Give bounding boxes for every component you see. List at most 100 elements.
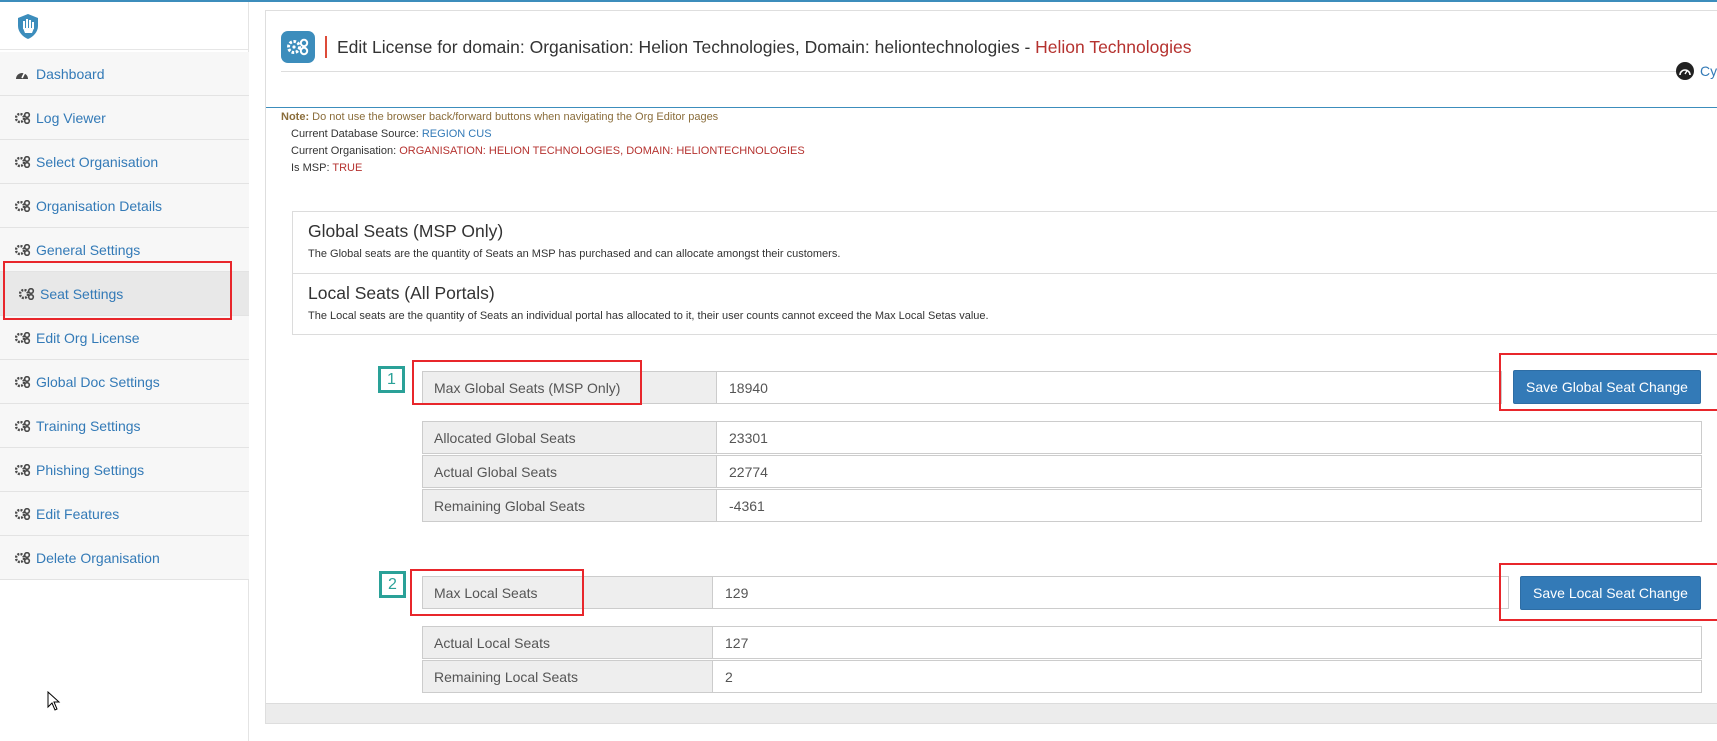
current-organisation-line: Current Organisation: ORGANISATION: HELI… (281, 143, 805, 160)
sidebar-item-label: Dashboard (36, 65, 105, 82)
sidebar-item-select-organisation[interactable]: Select Organisation (0, 140, 249, 184)
sidebar-item-label: Global Doc Settings (36, 373, 160, 390)
mouse-pointer-icon (47, 691, 61, 711)
actual-global-seats-value[interactable]: 22774 (717, 456, 1701, 487)
allocated-global-seats-label: Allocated Global Seats (423, 422, 717, 453)
sidebar-item-label: General Settings (36, 241, 141, 258)
gears-icon (15, 463, 33, 477)
gears-icon (15, 551, 33, 565)
sidebar-item-label: Seat Settings (40, 285, 124, 302)
sidebar-item-global-doc-settings[interactable]: Global Doc Settings (0, 360, 249, 404)
max-local-seats-input[interactable]: 129 (713, 577, 1508, 608)
gears-icon (15, 375, 33, 389)
content-panel: Edit License for domain: Organisation: H… (265, 10, 1717, 724)
actual-local-seats-label: Actual Local Seats (423, 627, 713, 658)
sidebar-item-delete-organisation[interactable]: Delete Organisation (0, 536, 249, 580)
page-title-text: Edit License for domain: Organisation: H… (337, 36, 1020, 57)
max-local-seats-field: Max Local Seats 129 (422, 576, 1509, 609)
max-global-seats-field: Max Global Seats (MSP Only) 18940 (422, 371, 1502, 404)
sidebar-item-log-viewer[interactable]: Log Viewer (0, 96, 249, 140)
gears-icon (15, 155, 33, 169)
dashboard-icon (15, 67, 33, 81)
actual-global-seats-label: Actual Global Seats (423, 456, 717, 487)
allocated-global-seats-value[interactable]: 23301 (717, 422, 1701, 453)
save-local-seat-change-button[interactable]: Save Local Seat Change (1520, 576, 1701, 610)
sidebar-menu: Dashboard Log Viewer Select Organisation… (0, 52, 249, 580)
max-local-seats-label: Max Local Seats (423, 577, 713, 608)
sidebar-item-label: Phishing Settings (36, 461, 145, 478)
seat-info-box: Global Seats (MSP Only) The Global seats… (292, 211, 1717, 335)
remaining-local-seats-field: Remaining Local Seats 2 (422, 660, 1702, 693)
actual-global-seats-field: Actual Global Seats 22774 (422, 455, 1702, 488)
sidebar-item-label: Log Viewer (36, 109, 106, 126)
page-header: Edit License for domain: Organisation: H… (281, 31, 1191, 63)
remaining-local-seats-value[interactable]: 2 (713, 661, 1701, 692)
allocated-global-seats-field: Allocated Global Seats 23301 (422, 421, 1702, 454)
global-seats-info: Global Seats (MSP Only) The Global seats… (293, 212, 1717, 273)
step-badge-1: 1 (378, 366, 405, 393)
is-msp-line: Is MSP: TRUE (281, 160, 805, 177)
sidebar-item-label: Training Settings (36, 417, 141, 434)
sidebar-item-label: Select Organisation (36, 153, 159, 170)
header-separator (325, 36, 327, 58)
current-organisation-value: ORGANISATION: HELION TECHNOLOGIES, DOMAI… (399, 145, 805, 157)
local-seats-description: The Local seats are the quantity of Seat… (308, 310, 989, 322)
gears-icon (15, 331, 33, 345)
database-source-value: REGION CUS (421, 128, 492, 140)
global-seats-description: The Global seats are the quantity of Sea… (308, 248, 841, 260)
local-seats-title: Local Seats (All Portals) (308, 283, 495, 303)
is-msp-value: TRUE (332, 162, 363, 174)
gears-icon (281, 31, 315, 63)
section-divider (266, 107, 1717, 108)
gears-icon (19, 287, 37, 301)
note-text: Do not use the browser back/forward butt… (312, 111, 719, 123)
remaining-local-seats-label: Remaining Local Seats (423, 661, 713, 692)
top-accent-line (0, 0, 1717, 2)
local-seats-info: Local Seats (All Portals) The Local seat… (293, 273, 1717, 334)
sidebar-item-organisation-details[interactable]: Organisation Details (0, 184, 249, 228)
note-label: Note: (281, 111, 310, 123)
sidebar-item-general-settings[interactable]: General Settings (0, 228, 249, 272)
is-msp-label: Is MSP: (291, 162, 330, 174)
info-block: Note: Do not use the browser back/forwar… (281, 109, 805, 177)
page-title-org: Helion Technologies (1035, 36, 1192, 57)
sidebar: Dashboard Log Viewer Select Organisation… (0, 2, 249, 741)
sidebar-item-edit-org-license[interactable]: Edit Org License (0, 316, 249, 360)
logo-area (0, 2, 248, 50)
max-global-seats-input[interactable]: 18940 (717, 372, 1501, 403)
sidebar-item-label: Edit Features (36, 505, 120, 522)
note-line: Note: Do not use the browser back/forwar… (281, 109, 805, 126)
database-source-label: Current Database Source: (291, 128, 419, 140)
gears-icon (15, 199, 33, 213)
header-right-link-label: Cy (1700, 63, 1717, 79)
hand-shield-logo-icon[interactable] (14, 12, 42, 40)
step-badge-2: 2 (379, 571, 406, 598)
header-right-link[interactable]: Cy (1676, 62, 1717, 80)
gears-icon (15, 507, 33, 521)
gears-icon (15, 111, 33, 125)
sidebar-item-phishing-settings[interactable]: Phishing Settings (0, 448, 249, 492)
database-source-line: Current Database Source: REGION CUS (281, 126, 805, 143)
current-organisation-label: Current Organisation: (291, 145, 397, 157)
gears-icon (15, 243, 33, 257)
gears-icon (15, 419, 33, 433)
sidebar-item-training-settings[interactable]: Training Settings (0, 404, 249, 448)
sidebar-item-label: Organisation Details (36, 197, 163, 214)
sidebar-item-edit-features[interactable]: Edit Features (0, 492, 249, 536)
page-title: Edit License for domain: Organisation: H… (337, 37, 1191, 58)
actual-local-seats-value[interactable]: 127 (713, 627, 1701, 658)
sidebar-item-dashboard[interactable]: Dashboard (0, 52, 249, 96)
header-divider (281, 71, 1681, 72)
global-seats-title: Global Seats (MSP Only) (308, 221, 504, 241)
actual-local-seats-field: Actual Local Seats 127 (422, 626, 1702, 659)
sidebar-item-seat-settings[interactable]: Seat Settings (0, 272, 249, 316)
save-global-seat-change-button[interactable]: Save Global Seat Change (1513, 370, 1701, 404)
page-title-separator: - (1019, 36, 1036, 57)
sidebar-item-label: Delete Organisation (36, 549, 160, 566)
max-global-seats-label: Max Global Seats (MSP Only) (423, 372, 717, 403)
speedometer-icon (1676, 62, 1694, 80)
remaining-global-seats-value[interactable]: -4361 (717, 490, 1701, 521)
remaining-global-seats-field: Remaining Global Seats -4361 (422, 489, 1702, 522)
sidebar-item-label: Edit Org License (36, 329, 140, 346)
content-footer (266, 703, 1717, 723)
